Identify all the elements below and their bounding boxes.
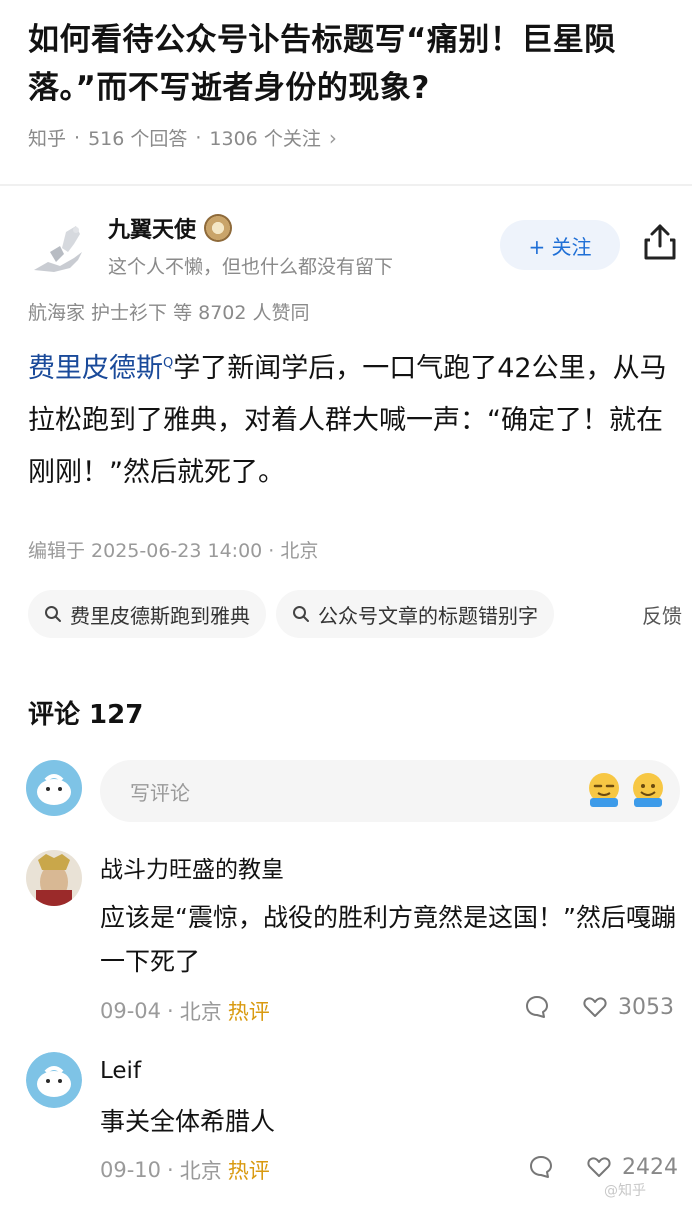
search-tag[interactable]: 费里皮德斯跑到雅典 <box>28 590 266 638</box>
share-icon[interactable] <box>642 222 678 262</box>
search-tag-label: 公众号文章的标题错别字 <box>318 603 538 628</box>
author-name[interactable]: 九翼天使 <box>108 212 233 244</box>
commenter-name[interactable]: Leif <box>100 1058 141 1084</box>
like-count: 2424 <box>622 1154 678 1180</box>
edit-timestamp: 编辑于 2025-06-23 14:00 · 北京 <box>28 540 319 562</box>
chevron-right-icon: › <box>328 125 337 150</box>
current-user-avatar[interactable] <box>26 760 82 816</box>
commenter-avatar[interactable] <box>26 850 82 906</box>
comment-meta: 09-10 · 北京 热评 <box>100 1155 270 1185</box>
section-divider <box>0 184 692 186</box>
author-bio: 这个人不懒，但也什么都没有留下 <box>108 256 394 278</box>
like-button[interactable]: 2424 <box>586 1154 678 1180</box>
comment-text: 应该是“震惊，战役的胜利方竟然是这国！”然后嘎蹦一下死了 <box>100 903 676 976</box>
question-title[interactable]: 如何看待公众号讣告标题写“痛别！巨星陨落。”而不写逝者身份的现象? <box>28 16 668 112</box>
meta-separator: · <box>195 126 202 149</box>
search-link[interactable]: 费里皮德斯 <box>28 353 163 384</box>
like-count: 3053 <box>618 994 674 1020</box>
emoji-sticker-icon[interactable] <box>628 770 668 810</box>
comment-meta: 09-04 · 北京 热评 <box>100 996 270 1026</box>
meta-separator: · <box>74 126 81 149</box>
comment-location: 北京 <box>179 1000 222 1024</box>
search-tag-label: 费里皮德斯跑到雅典 <box>70 603 250 628</box>
follower-count: 1306 个关注 <box>209 128 321 150</box>
source-label: 知乎 <box>28 128 67 150</box>
hot-comment-badge: 热评 <box>227 1000 270 1024</box>
author-avatar[interactable] <box>30 222 88 274</box>
heart-icon <box>583 997 607 1017</box>
search-tag[interactable]: 公众号文章的标题错别字 <box>276 590 554 638</box>
watermark: @知乎 <box>604 1183 646 1199</box>
hot-comment-badge: 热评 <box>227 1159 270 1183</box>
comments-heading: 评论 127 <box>28 700 144 730</box>
endorsement-text[interactable]: 航海家 护士衫下 等 8702 人赞同 <box>28 298 310 325</box>
question-meta[interactable]: 知乎 · 516 个回答 · 1306 个关注 › <box>28 124 337 151</box>
meta-separator: · <box>167 999 174 1023</box>
comment-text: 事关全体希腊人 <box>100 1107 276 1136</box>
comment-date: 09-04 <box>100 999 162 1023</box>
comment-actions: 2424 <box>528 1154 678 1180</box>
emoji-sticker-icon[interactable] <box>584 770 624 810</box>
comment-date: 09-10 <box>100 1158 162 1182</box>
comment-bubble-icon[interactable] <box>524 994 550 1020</box>
search-icon <box>293 606 309 622</box>
like-button[interactable]: 3053 <box>582 994 674 1020</box>
commenter-name[interactable]: 战斗力旺盛的教皇 <box>100 850 284 884</box>
author-name-text: 九翼天使 <box>108 218 197 243</box>
comment-location: 北京 <box>179 1159 222 1183</box>
heart-icon <box>587 1157 611 1177</box>
follow-button[interactable]: + 关注 <box>500 220 620 270</box>
meta-separator: · <box>167 1158 174 1182</box>
answer-body: 费里皮德斯Q学了新闻学后，一口气跑了42公里，从马拉松跑到了雅典，对着人群大喊一… <box>28 338 676 499</box>
answer-count: 516 个回答 <box>88 128 188 150</box>
medal-icon <box>204 214 233 242</box>
feedback-button[interactable]: 反馈 <box>636 600 682 629</box>
commenter-avatar[interactable] <box>26 1052 82 1108</box>
comment-bubble-icon[interactable] <box>528 1154 554 1180</box>
search-icon <box>45 606 61 622</box>
comment-actions: 3053 <box>524 994 674 1020</box>
related-search-tags: 费里皮德斯跑到雅典 公众号文章的标题错别字 <box>28 590 692 638</box>
search-mark-icon: Q <box>163 356 174 371</box>
